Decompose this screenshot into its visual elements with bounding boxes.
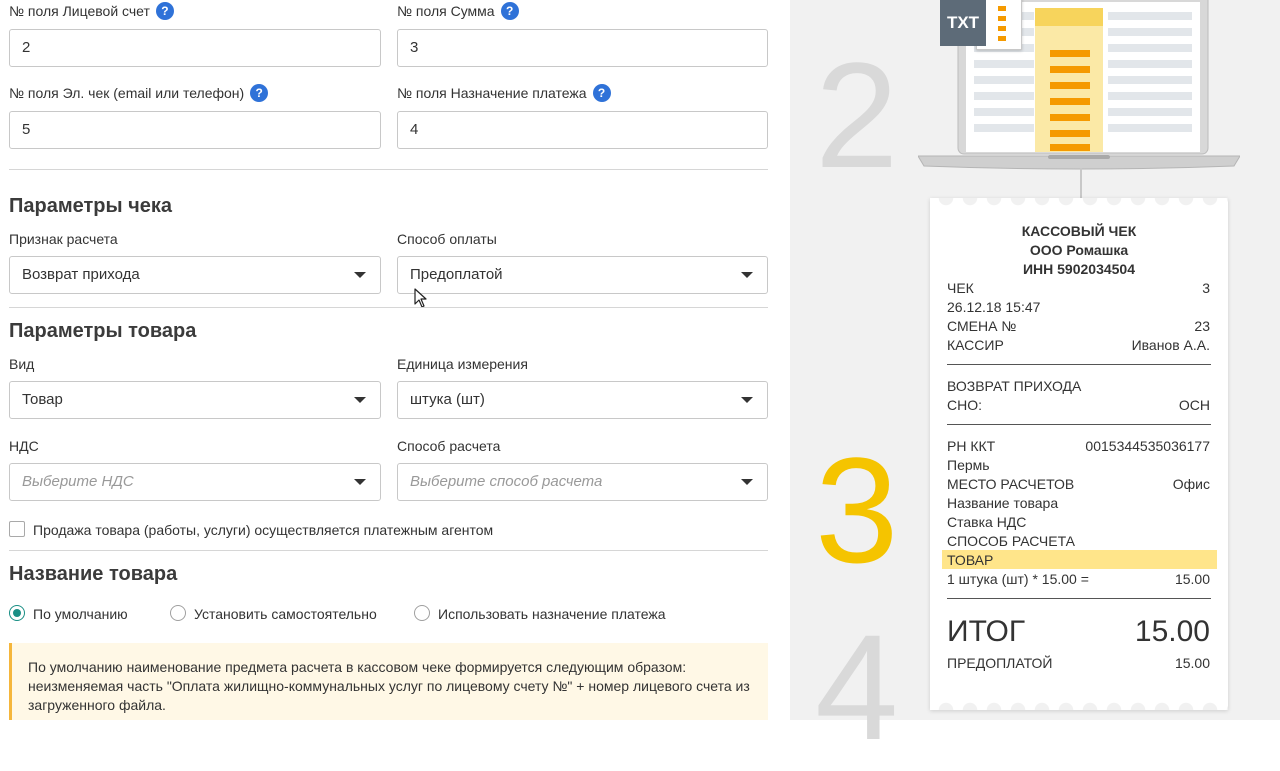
divider [9, 169, 768, 170]
receipt-divider [947, 598, 1211, 599]
calc-method-label: Способ расчета [397, 438, 501, 454]
receipt-rn-label: РН ККТ [947, 438, 996, 454]
chevron-down-icon [354, 479, 366, 485]
sum-field-label: № поля Сумма ? [397, 2, 519, 20]
receipt-sno-label: СНО: [947, 397, 982, 413]
receipt-datetime: 26.12.18 15:47 [947, 299, 1041, 315]
check-params-title: Параметры чека [9, 195, 173, 217]
txt-file-icon: TXT [940, 0, 1022, 52]
help-icon[interactable]: ? [500, 2, 519, 20]
radio-custom-label[interactable]: Установить самостоятельно [194, 606, 377, 622]
payment-method-select[interactable]: Предоплатой [397, 256, 768, 294]
chevron-down-icon [741, 272, 753, 278]
info-note-text: По умолчанию наименование предмета расче… [28, 659, 750, 713]
receipt-product-name: Название товара [947, 495, 1059, 511]
receipt-vat-rate: Ставка НДС [947, 514, 1027, 530]
payment-method-value: Предоплатой [410, 266, 503, 283]
mouse-cursor-icon [414, 288, 427, 308]
kind-select[interactable]: Товар [9, 381, 381, 419]
purpose-field-label-text: № поля Назначение платежа [397, 85, 587, 101]
vat-label: НДС [9, 438, 39, 454]
payment-agent-checkbox-label[interactable]: Продажа товара (работы, услуги) осуществ… [33, 522, 493, 538]
chevron-down-icon [741, 397, 753, 403]
receipt-edge-top [930, 198, 1228, 206]
kind-label: Вид [9, 356, 35, 372]
product-params-title: Параметры товара [9, 320, 197, 342]
radio-custom[interactable] [170, 605, 186, 621]
receipt-check-no: 3 [1202, 280, 1210, 296]
step-number-4: 4 [815, 603, 899, 771]
product-name-title: Название товара [9, 563, 178, 585]
sum-field-label-text: № поля Сумма [397, 3, 495, 19]
radio-purpose[interactable] [414, 605, 430, 621]
calc-method-select[interactable]: Выберите способ расчета [397, 463, 768, 501]
calc-method-placeholder: Выберите способ расчета [410, 473, 603, 490]
unit-label: Единица измерения [397, 356, 528, 372]
calc-sign-label: Признак расчета [9, 231, 118, 247]
receipt-item-kind: ТОВАР [947, 552, 994, 568]
account-field-input[interactable]: 2 [9, 29, 381, 67]
radio-purpose-label[interactable]: Использовать назначение платежа [438, 606, 666, 622]
radio-default[interactable] [9, 605, 25, 621]
chevron-down-icon [354, 272, 366, 278]
illustration-panel: 2 3 4 TXT КАССОВЫЙ ЧЕК ООО Ромашка ИНН 5… [790, 0, 1280, 762]
receipt-title: КАССОВЫЙ ЧЕК [1021, 223, 1137, 239]
receipt-shift-no: 23 [1194, 318, 1210, 334]
cash-receipt: КАССОВЫЙ ЧЕК ООО Ромашка ИНН 5902034504 … [930, 198, 1228, 710]
connector-line [1080, 168, 1082, 200]
step-number-3: 3 [815, 426, 899, 594]
receipt-sno-value: ОСН [1178, 397, 1210, 413]
receipt-check-label: ЧЕК [947, 280, 974, 296]
receipt-cashier-label: КАССИР [947, 337, 1004, 353]
info-note: По умолчанию наименование предмета расче… [9, 643, 768, 720]
calc-sign-value: Возврат прихода [22, 266, 140, 283]
import-settings-form: № поля Лицевой счет ? 2 № поля Сумма ? 3… [0, 0, 790, 720]
txt-badge: TXT [940, 0, 986, 46]
receipt-place-label: МЕСТО РАСЧЕТОВ [947, 476, 1075, 492]
step-number-2: 2 [815, 31, 899, 199]
radio-default-label[interactable]: По умолчанию [33, 606, 128, 622]
chevron-down-icon [354, 397, 366, 403]
receipt-edge-bottom [930, 702, 1228, 710]
receipt-calc-method: СПОСОБ РАСЧЕТА [947, 533, 1076, 549]
receipt-qty-line: 1 штука (шт) * 15.00 = [947, 571, 1089, 587]
receipt-total-value: 15.00 [1134, 615, 1210, 648]
unit-value: штука (шт) [410, 391, 485, 408]
receipt-total-label: ИТОГ [947, 615, 1026, 648]
help-icon[interactable]: ? [250, 84, 269, 102]
unit-select[interactable]: штука (шт) [397, 381, 768, 419]
echeck-field-input[interactable]: 5 [9, 111, 381, 149]
sum-field-input[interactable]: 3 [397, 29, 768, 67]
vat-select[interactable]: Выберите НДС [9, 463, 381, 501]
payment-agent-checkbox[interactable] [9, 521, 25, 537]
echeck-field-label: № поля Эл. чек (email или телефон) ? [9, 84, 269, 102]
echeck-field-label-text: № поля Эл. чек (email или телефон) [9, 85, 245, 101]
calc-sign-select[interactable]: Возврат прихода [9, 256, 381, 294]
receipt-org: ООО Ромашка [1029, 242, 1129, 258]
receipt-place-value: Офис [1172, 476, 1210, 492]
account-field-label-text: № поля Лицевой счет [9, 3, 150, 19]
receipt-city: Пермь [947, 457, 990, 473]
vat-placeholder: Выберите НДС [22, 473, 134, 490]
divider [9, 550, 768, 551]
receipt-inn: ИНН 5902034504 [1022, 261, 1136, 277]
receipt-rn-value: 0015344535036177 [1085, 438, 1210, 454]
receipt-prepay-label: ПРЕДОПЛАТОЙ [947, 655, 1053, 671]
purpose-field-input[interactable]: 4 [397, 111, 768, 149]
chevron-down-icon [741, 479, 753, 485]
purpose-field-label: № поля Назначение платежа ? [397, 84, 611, 102]
account-field-label: № поля Лицевой счет ? [9, 2, 174, 20]
help-icon[interactable]: ? [592, 84, 611, 102]
payment-method-label: Способ оплаты [397, 231, 497, 247]
receipt-divider [947, 424, 1211, 425]
kind-value: Товар [22, 391, 63, 408]
help-icon[interactable]: ? [155, 2, 174, 20]
receipt-qty-sum: 15.00 [1174, 571, 1210, 587]
receipt-divider [947, 364, 1211, 365]
divider [9, 307, 768, 308]
receipt-calc-type: ВОЗВРАТ ПРИХОДА [947, 378, 1082, 394]
receipt-prepay-value: 15.00 [1174, 655, 1210, 671]
receipt-cashier-name: Иванов А.А. [1131, 337, 1210, 353]
receipt-shift-label: СМЕНА № [947, 318, 1017, 334]
